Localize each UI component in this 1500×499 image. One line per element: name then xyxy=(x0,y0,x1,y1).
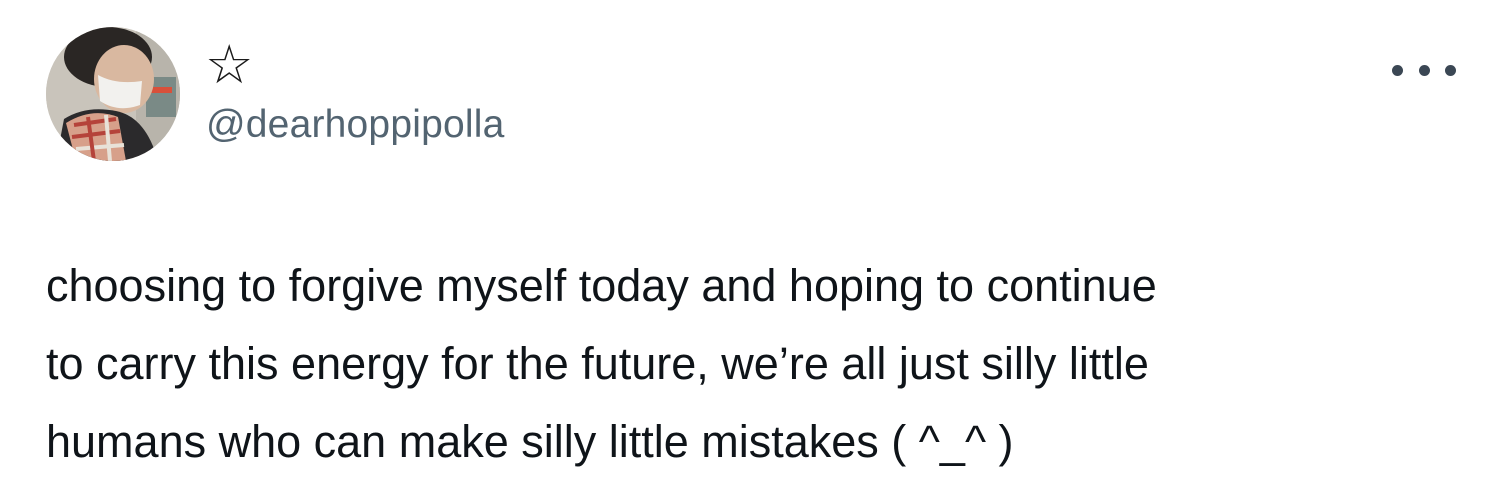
tweet-card: ☆ @dearhoppipolla choosing to forgive my… xyxy=(0,0,1500,499)
tweet-text: choosing to forgive myself today and hop… xyxy=(46,260,1157,467)
user-handle[interactable]: @dearhoppipolla xyxy=(206,103,504,147)
more-horizontal-icon xyxy=(1418,64,1430,76)
more-button[interactable] xyxy=(1392,58,1456,82)
more-horizontal-icon xyxy=(1392,64,1403,76)
display-name[interactable]: ☆ xyxy=(205,38,253,92)
avatar[interactable] xyxy=(46,27,180,161)
more-horizontal-icon xyxy=(1445,64,1456,76)
profile-photo xyxy=(46,27,180,161)
